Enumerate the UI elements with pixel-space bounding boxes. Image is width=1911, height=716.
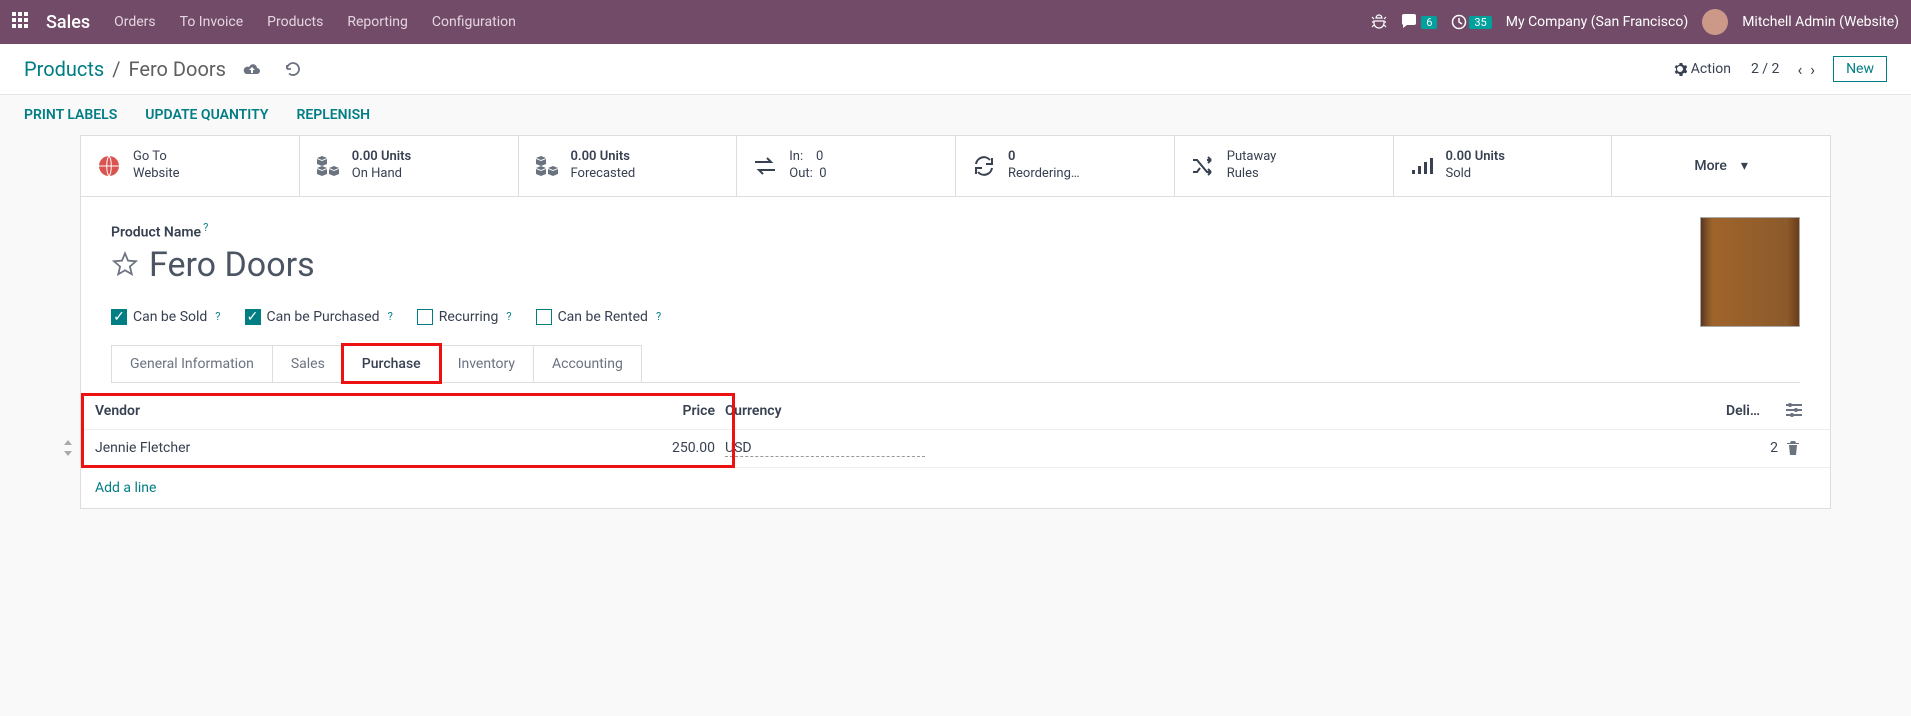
col-vendor[interactable]: Vendor	[95, 403, 595, 419]
form-sheet: Go ToWebsite 0.00 UnitsOn Hand 0.00 Unit…	[80, 135, 1831, 509]
stat-on-hand[interactable]: 0.00 UnitsOn Hand	[300, 136, 519, 196]
replenish-button[interactable]: REPLENISH	[296, 107, 370, 123]
shuffle-icon	[1189, 152, 1217, 180]
action-menu[interactable]: Action	[1673, 61, 1731, 77]
columns-settings-icon[interactable]	[1786, 403, 1816, 419]
pager-prev[interactable]: ‹	[1793, 60, 1806, 79]
control-panel: Products / Fero Doors Action 2 / 2 ‹ › N…	[0, 44, 1911, 95]
product-flags: ✓ Can be Sold? ✓ Can be Purchased? Recur…	[111, 309, 1800, 325]
activities-badge: 35	[1469, 16, 1491, 29]
nav-configuration[interactable]: Configuration	[432, 14, 516, 30]
vendor-pricelist-table: Vendor Price Currency Deli… Jennie Fletc…	[81, 393, 1830, 508]
discard-icon[interactable]	[284, 60, 302, 78]
tab-general-information[interactable]: General Information	[111, 345, 273, 382]
add-line-button[interactable]: Add a line	[81, 468, 1830, 508]
globe-icon	[95, 152, 123, 180]
help-icon[interactable]: ?	[656, 310, 661, 323]
action-label: Action	[1691, 61, 1731, 77]
price-cell[interactable]: 250.00	[595, 440, 715, 456]
help-icon[interactable]: ?	[203, 221, 208, 234]
stat-go-to-website[interactable]: Go ToWebsite	[81, 136, 300, 196]
delete-row-icon[interactable]	[1786, 440, 1816, 456]
refresh-icon	[970, 152, 998, 180]
tab-purchase[interactable]: Purchase	[343, 345, 440, 382]
gear-icon	[1673, 62, 1687, 76]
stat-buttons: Go ToWebsite 0.00 UnitsOn Hand 0.00 Unit…	[81, 136, 1830, 197]
app-brand[interactable]: Sales	[46, 12, 90, 33]
nav-products[interactable]: Products	[267, 14, 323, 30]
avatar[interactable]	[1702, 9, 1728, 35]
stat-putaway[interactable]: PutawayRules	[1175, 136, 1394, 196]
update-quantity-button[interactable]: UPDATE QUANTITY	[145, 107, 268, 123]
breadcrumb-current: Fero Doors	[129, 57, 226, 81]
checkbox-checked-icon: ✓	[245, 309, 261, 325]
product-image[interactable]	[1700, 217, 1800, 327]
tab-accounting[interactable]: Accounting	[533, 345, 642, 382]
help-icon[interactable]: ?	[215, 310, 220, 323]
tab-inventory[interactable]: Inventory	[439, 345, 534, 382]
boxes-icon	[533, 152, 561, 180]
col-currency[interactable]: Currency	[715, 403, 915, 419]
drag-handle-icon[interactable]	[63, 440, 73, 456]
user-menu[interactable]: Mitchell Admin (Website)	[1742, 14, 1899, 30]
checkbox-icon	[417, 309, 433, 325]
vendor-cell[interactable]: Jennie Fletcher	[95, 440, 595, 456]
product-title[interactable]: Fero Doors	[149, 245, 315, 285]
stat-reordering[interactable]: 0Reordering…	[956, 136, 1175, 196]
form-body: Product Name? Fero Doors ✓ Can be Sold? …	[81, 197, 1830, 393]
product-name-label: Product Name?	[111, 221, 1800, 241]
tab-sales[interactable]: Sales	[272, 345, 344, 382]
print-labels-button[interactable]: PRINT LABELS	[24, 107, 117, 123]
breadcrumb-sep: /	[112, 57, 120, 81]
company-switcher[interactable]: My Company (San Francisco)	[1506, 14, 1688, 30]
delivery-cell[interactable]: 2	[1726, 440, 1786, 456]
table-row[interactable]: Jennie Fletcher 250.00 USD 2	[81, 430, 1830, 468]
transfer-icon	[751, 152, 779, 180]
action-bar: PRINT LABELS UPDATE QUANTITY REPLENISH	[0, 95, 1911, 135]
nav-orders[interactable]: Orders	[114, 14, 156, 30]
stat-sold[interactable]: 0.00 UnitsSold	[1394, 136, 1613, 196]
checkbox-checked-icon: ✓	[111, 309, 127, 325]
bug-icon[interactable]	[1371, 14, 1387, 30]
breadcrumb-parent[interactable]: Products	[24, 57, 104, 81]
topbar-right: 6 35 My Company (San Francisco) Mitchell…	[1371, 9, 1899, 35]
boxes-icon	[314, 152, 342, 180]
nav-reporting[interactable]: Reporting	[347, 14, 408, 30]
stat-forecasted[interactable]: 0.00 UnitsForecasted	[519, 136, 738, 196]
help-icon[interactable]: ?	[388, 310, 393, 323]
pager-next[interactable]: ›	[1806, 60, 1819, 79]
col-delivery[interactable]: Deli…	[1726, 403, 1786, 419]
cloud-save-icon[interactable]	[242, 61, 262, 77]
bars-icon	[1408, 152, 1436, 180]
activities-icon[interactable]: 35	[1451, 14, 1491, 30]
can-be-sold-checkbox[interactable]: ✓ Can be Sold?	[111, 309, 221, 325]
pager[interactable]: 2 / 2	[1751, 61, 1779, 77]
help-icon[interactable]: ?	[506, 310, 511, 323]
stat-more[interactable]: More ▾	[1612, 136, 1830, 196]
can-be-rented-checkbox[interactable]: Can be Rented?	[536, 309, 662, 325]
main-nav: Orders To Invoice Products Reporting Con…	[114, 14, 1371, 30]
favorite-star-icon[interactable]	[111, 251, 139, 279]
stat-in-out[interactable]: In: 0 Out: 0	[737, 136, 956, 196]
notebook-tabs: General Information Sales Purchase Inven…	[111, 345, 1800, 383]
currency-cell[interactable]: USD	[725, 440, 925, 457]
breadcrumb: Products / Fero Doors	[24, 57, 302, 81]
top-navbar: Sales Orders To Invoice Products Reporti…	[0, 0, 1911, 44]
messages-badge: 6	[1421, 16, 1437, 29]
checkbox-icon	[536, 309, 552, 325]
nav-to-invoice[interactable]: To Invoice	[180, 14, 244, 30]
caret-down-icon: ▾	[1741, 158, 1748, 174]
col-price[interactable]: Price	[595, 403, 715, 419]
recurring-checkbox[interactable]: Recurring?	[417, 309, 512, 325]
new-button[interactable]: New	[1833, 56, 1887, 82]
table-header: Vendor Price Currency Deli…	[81, 393, 1830, 430]
apps-icon[interactable]	[12, 12, 32, 32]
messages-icon[interactable]: 6	[1401, 14, 1437, 30]
can-be-purchased-checkbox[interactable]: ✓ Can be Purchased?	[245, 309, 393, 325]
